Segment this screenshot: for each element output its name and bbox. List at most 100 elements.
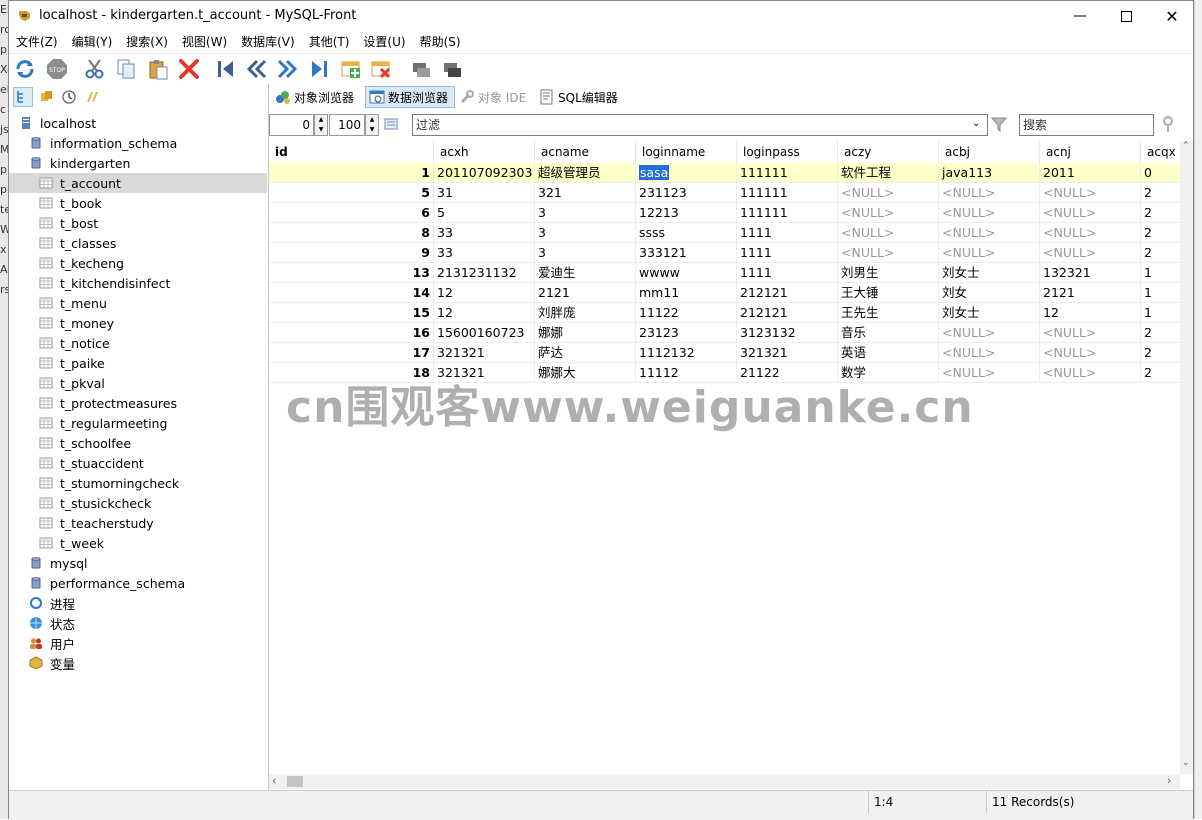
table-cell-acxh[interactable]: 33 — [434, 243, 535, 263]
table-row[interactable]: 17 321321 萨达 1112132 321321 英语 <NULL> <NULL> 2 — [269, 343, 1180, 363]
horizontal-scroll-thumb[interactable] — [287, 776, 303, 787]
search-button[interactable] — [1159, 115, 1179, 135]
table-cell-acname[interactable]: 娜娜大 — [535, 363, 636, 383]
table-cell-acxh[interactable]: 5 — [434, 203, 535, 223]
table-cell-acnj[interactable]: 132321 — [1040, 263, 1141, 283]
tree-item-t-stuaccident[interactable]: t_stuaccident — [9, 453, 144, 473]
table-cell-aczy[interactable]: 刘男生 — [838, 263, 939, 283]
table-cell-aczy[interactable]: 王大锤 — [838, 283, 939, 303]
tree-item-t-stumorningcheck[interactable]: t_stumorningcheck — [9, 473, 179, 493]
table-cell-acxh[interactable]: 321321 — [434, 343, 535, 363]
table-cell-acname[interactable]: 321 — [535, 183, 636, 203]
menu-database[interactable]: 数据库(V) — [234, 31, 302, 51]
copy-button[interactable] — [114, 57, 138, 81]
column-header-acnj[interactable]: acnj — [1040, 141, 1141, 163]
tree-item-用户[interactable]: 用户 — [9, 633, 75, 653]
table-cell-loginpass[interactable]: 1111 — [737, 243, 838, 263]
tree-item-information-schema[interactable]: information_schema — [9, 133, 177, 153]
table-cell-aczy[interactable]: 数学 — [838, 363, 939, 383]
filter-input[interactable]: 过滤 — [412, 114, 988, 136]
limit-stepper[interactable]: ▲ ▼ — [365, 114, 379, 136]
table-cell-aczy[interactable]: <NULL> — [838, 183, 939, 203]
post-record-button[interactable] — [409, 57, 433, 81]
menu-other[interactable]: 其他(T) — [302, 31, 357, 51]
table-cell-id[interactable]: 1 — [269, 163, 434, 183]
table-cell-loginpass[interactable]: 21122 — [737, 363, 838, 383]
table-cell-acname[interactable]: 刘胖庞 — [535, 303, 636, 323]
table-cell-aczy[interactable]: 音乐 — [838, 323, 939, 343]
table-cell-acxh[interactable]: 2131231132 — [434, 263, 535, 283]
table-cell-acnj[interactable]: 2121 — [1040, 283, 1141, 303]
table-cell-aczy[interactable]: 软件工程 — [838, 163, 939, 183]
tab-object-ide[interactable]: 对象 IDE — [459, 86, 535, 108]
table-cell-id[interactable]: 14 — [269, 283, 434, 303]
minimize-button[interactable]: — — [1057, 1, 1103, 31]
tree-item-t-classes[interactable]: t_classes — [9, 233, 116, 253]
table-cell-loginname[interactable]: 12213 — [636, 203, 737, 223]
table-cell-acqx[interactable]: 1 — [1141, 303, 1180, 323]
table-row[interactable]: 9 33 3 333121 1111 <NULL> <NULL> <NULL> 2 — [269, 243, 1180, 263]
refresh-button[interactable] — [13, 57, 37, 81]
table-cell-loginpass[interactable]: 212121 — [737, 283, 838, 303]
tree-item-t-protectmeasures[interactable]: t_protectmeasures — [9, 393, 177, 413]
tree-item-进程[interactable]: 进程 — [9, 593, 75, 613]
table-cell-loginname[interactable]: 333121 — [636, 243, 737, 263]
tree-item-t-pkval[interactable]: t_pkval — [9, 373, 105, 393]
table-cell-aczy[interactable]: <NULL> — [838, 203, 939, 223]
table-cell-loginname[interactable]: 231123 — [636, 183, 737, 203]
table-cell-aczy[interactable]: <NULL> — [838, 243, 939, 263]
table-cell-loginpass[interactable]: 1111 — [737, 223, 838, 243]
tree-item-t-bost[interactable]: t_bost — [9, 213, 98, 233]
table-cell-acbj[interactable]: 刘女士 — [939, 303, 1040, 323]
table-cell-id[interactable]: 5 — [269, 183, 434, 203]
table-row[interactable]: 8 33 3 ssss 1111 <NULL> <NULL> <NULL> 2 — [269, 223, 1180, 243]
table-cell-aczy[interactable]: 王先生 — [838, 303, 939, 323]
filter-dropdown-button[interactable]: ⌄ — [972, 118, 980, 129]
table-cell-acname[interactable]: 3 — [535, 223, 636, 243]
table-cell-id[interactable]: 16 — [269, 323, 434, 343]
table-cell-acname[interactable]: 爱迪生 — [535, 263, 636, 283]
tab-object-browser[interactable]: 对象浏览器 — [275, 86, 361, 108]
table-cell-acxh[interactable]: 31 — [434, 183, 535, 203]
tree-item-变量[interactable]: 变量 — [9, 653, 75, 673]
table-cell-acqx[interactable]: 2 — [1141, 223, 1180, 243]
maximize-button[interactable] — [1103, 1, 1149, 31]
tree-item-t-stusickcheck[interactable]: t_stusickcheck — [9, 493, 151, 513]
last-record-button[interactable] — [307, 57, 331, 81]
column-header-aczy[interactable]: aczy — [838, 141, 939, 163]
table-row[interactable]: 14 12 2121 mm11 212121 王大锤 刘女 2121 1 — [269, 283, 1180, 303]
tree-item-performance-schema[interactable]: performance_schema — [9, 573, 185, 593]
table-cell-acbj[interactable]: <NULL> — [939, 243, 1040, 263]
table-row[interactable]: 18 321321 娜娜大 11112 21122 数学 <NULL> <NULL> 2 — [269, 363, 1180, 383]
table-cell-acbj[interactable]: <NULL> — [939, 343, 1040, 363]
table-cell-acnj[interactable]: 2011 — [1040, 163, 1141, 183]
table-cell-acbj[interactable]: 刘女士 — [939, 263, 1040, 283]
tab-bookmarks[interactable] — [37, 87, 57, 107]
table-cell-id[interactable]: 17 — [269, 343, 434, 363]
tree-item-t-money[interactable]: t_money — [9, 313, 114, 333]
table-cell-acqx[interactable]: 2 — [1141, 203, 1180, 223]
tree-item-t-book[interactable]: t_book — [9, 193, 102, 213]
cancel-record-button[interactable] — [440, 57, 464, 81]
table-cell-acqx[interactable]: 2 — [1141, 343, 1180, 363]
table-row[interactable]: 15 12 刘胖庞 11122 212121 王先生 刘女士 12 1 — [269, 303, 1180, 323]
table-cell-acqx[interactable]: 2 — [1141, 183, 1180, 203]
table-cell-loginname[interactable]: 23123 — [636, 323, 737, 343]
first-record-button[interactable] — [214, 57, 238, 81]
table-cell-loginpass[interactable]: 3123132 — [737, 323, 838, 343]
table-cell-acnj[interactable]: <NULL> — [1040, 203, 1141, 223]
delete-button[interactable] — [177, 57, 201, 81]
table-cell-loginname[interactable]: ssss — [636, 223, 737, 243]
offset-stepper[interactable]: ▲ ▼ — [314, 114, 328, 136]
column-header-loginname[interactable]: loginname — [636, 141, 737, 163]
filter-apply-button[interactable] — [990, 115, 1010, 135]
table-cell-acnj[interactable]: <NULL> — [1040, 183, 1141, 203]
next-page-button[interactable] — [275, 57, 299, 81]
column-header-acname[interactable]: acname — [535, 141, 636, 163]
tab-data-browser[interactable]: 数据浏览器 — [365, 86, 455, 108]
column-header-acbj[interactable]: acbj — [939, 141, 1040, 163]
table-row[interactable]: 1 201107092303 超级管理员 sasa 111111 软件工程 java113 2… — [269, 163, 1180, 183]
column-header-acxh[interactable]: acxh — [434, 141, 535, 163]
table-cell-id[interactable]: 8 — [269, 223, 434, 243]
table-cell-acname[interactable]: 2121 — [535, 283, 636, 303]
